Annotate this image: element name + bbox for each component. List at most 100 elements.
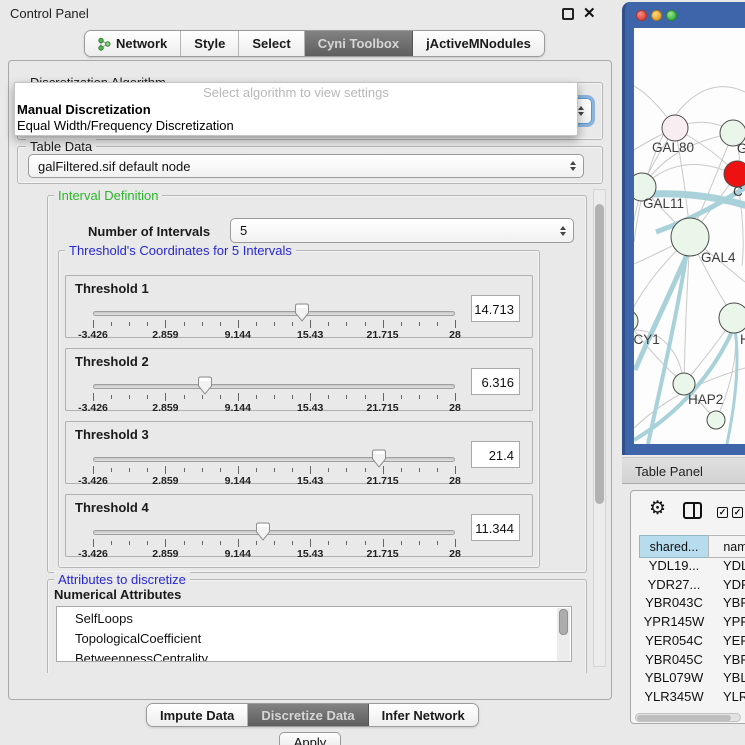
horizontal-scrollbar[interactable] (635, 713, 741, 722)
tab-select[interactable]: Select (239, 31, 304, 56)
tick-label: -3.426 (78, 548, 108, 560)
zoom-window-icon[interactable] (666, 10, 677, 21)
table-row[interactable]: YDL19... YDL1 (639, 558, 745, 577)
cell-shared-name: YPR145W (639, 614, 709, 629)
table-row[interactable]: YLR345WYLR3 (639, 689, 745, 708)
cell-name: YDL1 (723, 558, 745, 573)
node-label: GAL11 (643, 196, 684, 211)
float-window-icon[interactable] (562, 8, 574, 20)
table-row[interactable]: YBR045CYBR0 (639, 652, 745, 671)
tab-infer-network[interactable]: Infer Network (369, 704, 478, 726)
table-panel-title: Table Panel (635, 464, 703, 479)
tab-label: Network (116, 36, 167, 51)
screen: Control Panel ✕ NetworkStyleSelectCyni T… (0, 0, 745, 745)
tab-cyni-toolbox[interactable]: Cyni Toolbox (305, 31, 413, 56)
slider-track[interactable] (93, 530, 455, 535)
tick-label: 21.715 (367, 475, 399, 487)
cell-shared-name: YER054C (639, 633, 709, 648)
cell-shared-name: YBL079W (639, 670, 709, 685)
threshold-value-field[interactable]: 14.713 (471, 295, 520, 322)
threshold-value-field[interactable]: 6.316 (471, 368, 520, 395)
checkbox-icon[interactable]: ✓ (717, 507, 728, 518)
table-row[interactable]: YER054CYER0 (639, 633, 745, 652)
table-row[interactable]: YBL079WYBL0 (639, 670, 745, 689)
attribute-item-betweennesscentrality[interactable]: BetweennessCentrality (57, 649, 571, 662)
apply-button[interactable]: Apply (279, 732, 341, 745)
threshold-value-field[interactable]: 21.4 (471, 441, 520, 468)
tick-label: 15.43 (297, 475, 323, 487)
table-row[interactable]: YPR145W YPR1 (639, 614, 745, 633)
node-gcy1[interactable] (634, 310, 638, 332)
tick-label: 21.715 (367, 329, 399, 341)
tick-label: 15.43 (297, 402, 323, 414)
split-columns-icon[interactable] (683, 502, 702, 519)
table-data-combo[interactable]: galFiltered.sif default node (28, 154, 584, 178)
node-bottom[interactable] (707, 411, 725, 429)
column-header-name[interactable]: name (708, 535, 745, 558)
node-right[interactable] (719, 303, 745, 333)
tab-label: Cyni Toolbox (318, 36, 399, 51)
thresholds-group: Threshold's Coordinates for 5 Intervals … (58, 250, 540, 568)
tab-jactivemnodules[interactable]: jActiveMNodules (413, 31, 544, 56)
scrollbar-thumb[interactable] (595, 204, 604, 504)
list-scrollbar[interactable] (557, 608, 570, 662)
tick-label: 2.859 (152, 329, 178, 341)
interval-definition-group: Interval Definition Number of Intervals … (47, 195, 587, 573)
cell-shared-name: YDL19... (639, 558, 709, 573)
table-data-group: Table Data galFiltered.sif default node (17, 146, 603, 184)
popup-item-manual-discretization[interactable]: Manual Discretization (15, 102, 577, 118)
network-edge[interactable] (642, 164, 737, 187)
network-canvas[interactable]: GAL80GACGAL11GAL4GCY1HHAP2 (634, 28, 745, 444)
tick-label: 9.144 (225, 475, 251, 487)
attribute-item-selfloops[interactable]: SelfLoops (57, 609, 571, 629)
tab-discretize-data[interactable]: Discretize Data (248, 704, 368, 726)
table-panel-header: Table Panel (622, 457, 745, 484)
settings-scroll-area: Interval Definition Number of Intervals … (11, 185, 607, 673)
scrollbar-thumb[interactable] (637, 715, 731, 721)
tab-style[interactable]: Style (181, 31, 239, 56)
column-header-shared-name[interactable]: shared... (639, 535, 709, 558)
slider-track[interactable] (93, 311, 455, 316)
interval-definition-title: Interval Definition (54, 188, 162, 203)
numerical-attributes-list[interactable]: SelfLoopsTopologicalCoefficientBetweenne… (56, 606, 572, 662)
table-row[interactable]: YBR043CYBR0 (639, 595, 745, 614)
minimize-window-icon[interactable] (651, 10, 662, 21)
tab-network[interactable]: Network (85, 31, 181, 56)
bottom-tab-bar: Impute DataDiscretize DataInfer Network (146, 703, 479, 727)
cell-shared-name: YBR043C (639, 595, 709, 610)
cell-name: YPR1 (723, 614, 745, 629)
slider-tick-labels: -3.4262.8599.14415.4321.71528 (93, 402, 455, 414)
attribute-item-topologicalcoefficient[interactable]: TopologicalCoefficient (57, 629, 571, 649)
num-intervals-value: 5 (240, 223, 247, 238)
threshold-slider[interactable]: -3.4262.8599.14415.4321.71528 (93, 449, 455, 485)
close-window-icon[interactable] (636, 10, 647, 21)
stepper-icon (570, 161, 576, 171)
tab-impute-data[interactable]: Impute Data (147, 704, 248, 726)
node-label: GA (737, 141, 745, 156)
network-edge[interactable] (634, 187, 642, 321)
slider-ticks (93, 393, 455, 402)
slider-tick-labels: -3.4262.8599.14415.4321.71528 (93, 329, 455, 341)
table-row[interactable]: YDR27...YDR2 (639, 577, 745, 596)
threshold-slider[interactable]: -3.4262.8599.14415.4321.71528 (93, 522, 455, 558)
tab-label: jActiveMNodules (426, 36, 531, 51)
checkbox-icon[interactable]: ✓ (732, 507, 743, 518)
node-label: C (733, 184, 743, 199)
threshold-label: Threshold 1 (75, 281, 149, 296)
gear-icon[interactable]: ⚙ (649, 497, 666, 520)
threshold-label: Threshold 3 (75, 427, 149, 442)
close-icon[interactable]: ✕ (583, 4, 596, 22)
threshold-slider[interactable]: -3.4262.8599.14415.4321.71528 (93, 376, 455, 412)
network-view-window: GAL80GACGAL11GAL4GCY1HHAP2 (622, 2, 745, 455)
num-intervals-combo[interactable]: 5 (230, 218, 574, 243)
slider-track[interactable] (93, 384, 455, 389)
table-data-group-title: Table Data (26, 139, 96, 154)
vertical-scrollbar[interactable] (593, 189, 606, 667)
threshold-value-field[interactable]: 11.344 (471, 514, 520, 541)
node-gal80[interactable] (662, 115, 688, 141)
node-label: GAL80 (652, 140, 694, 155)
slider-track[interactable] (93, 457, 455, 462)
popup-item-equal-width-frequency[interactable]: Equal Width/Frequency Discretization (15, 118, 577, 134)
threshold-slider[interactable]: -3.4262.8599.14415.4321.71528 (93, 303, 455, 339)
table-panel-card: ⚙ ✓ ✓ shared... name YDL19... YDL1 YDR27..… (630, 490, 745, 724)
